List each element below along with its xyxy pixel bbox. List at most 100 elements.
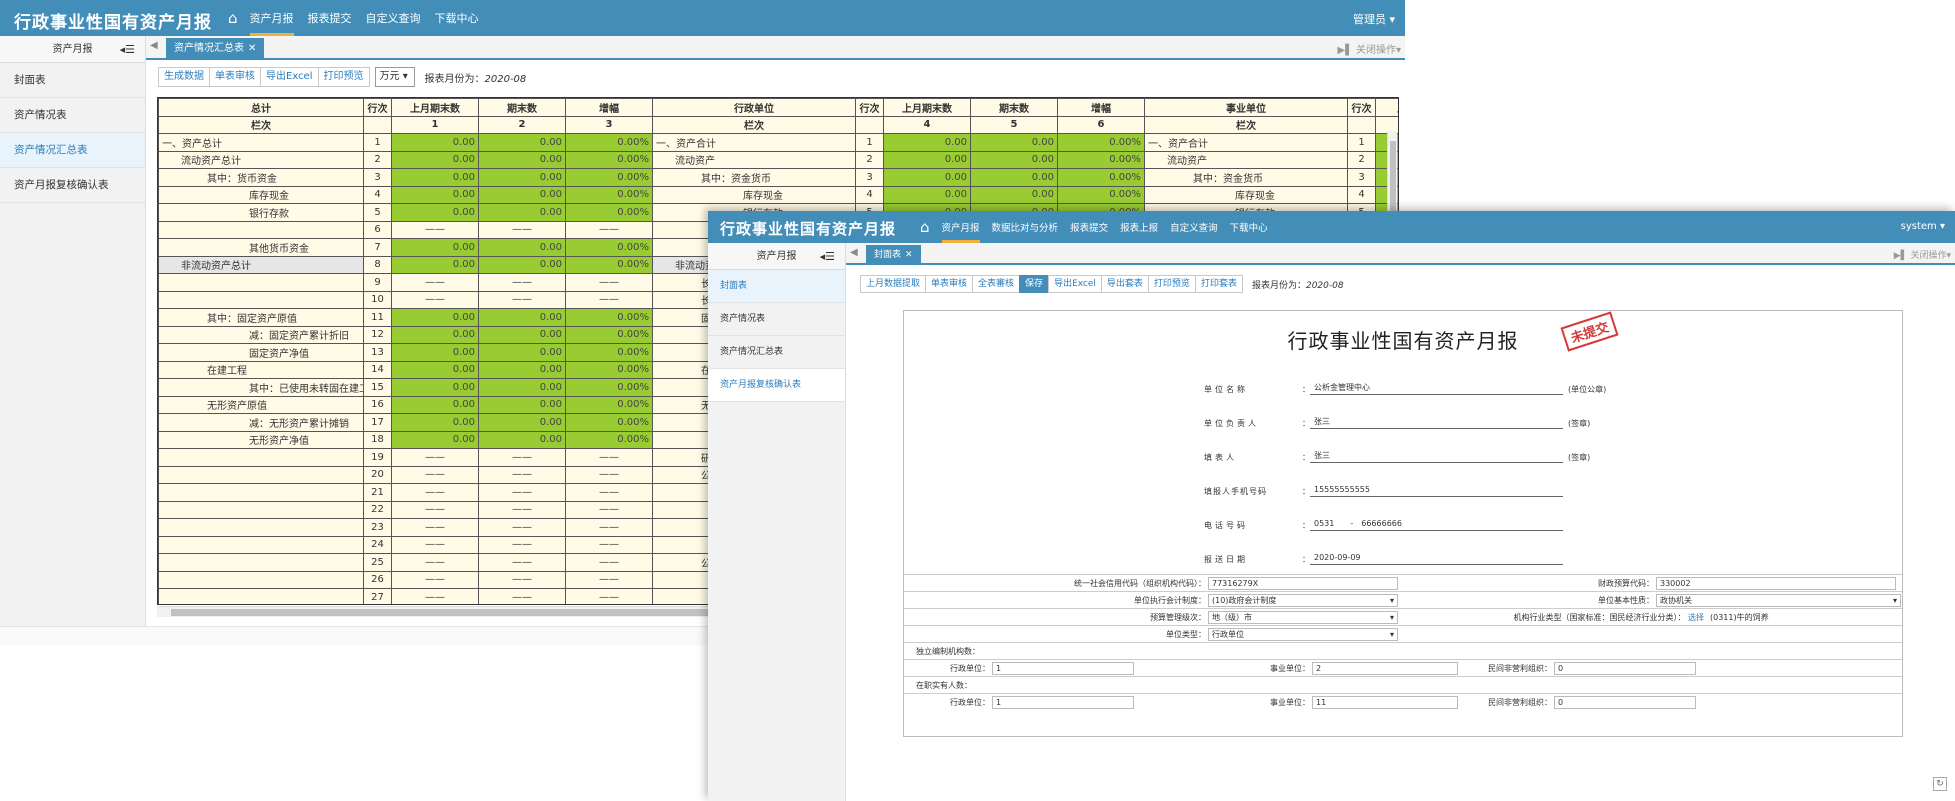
value-cell[interactable]: 0.00 [478,343,566,362]
value-cell[interactable]: 0.00 [391,255,479,274]
export-set-button[interactable]: 导出套表 [1100,275,1149,293]
value-cell[interactable]: 0.00 [391,430,479,449]
nav-asset-report[interactable]: 资产月报 [941,211,980,243]
value-cell[interactable]: 0.00 [391,308,479,327]
value-cell[interactable]: 0.00% [1057,185,1145,204]
value-cell[interactable]: 0.00 [391,325,479,344]
unit-name-input[interactable]: 公析金管理中心 [1310,381,1563,395]
value-cell[interactable]: 0.00% [565,395,653,414]
value-cell[interactable]: 0.00% [565,238,653,257]
value-cell[interactable]: 0.00 [883,168,971,187]
value-cell[interactable]: 0.00 [883,185,971,204]
value-cell[interactable]: 0.00% [1057,133,1145,152]
single-audit-button[interactable]: 单表审核 [925,275,974,293]
unit-nature-select[interactable]: 政协机关 ▾ [1656,594,1901,607]
budget-level-select[interactable]: 地（级）市 ▾ [1208,611,1398,624]
value-cell[interactable]: 0.00 [970,133,1058,152]
value-cell[interactable]: 0.00% [565,203,653,222]
single-audit-button[interactable]: 单表审核 [209,67,261,87]
close-icon[interactable]: ✕ [905,250,913,260]
close-ops-menu[interactable]: ▶▌ 关闭操作▾ [1337,41,1401,56]
tab-asset-summary[interactable]: 资产情况汇总表 ✕ [166,38,265,60]
sidebar-item-review-confirm[interactable]: 资产月报复核确认表 [708,369,845,402]
print-set-button[interactable]: 打印套表 [1194,275,1243,293]
indep-admin-input[interactable]: 1 [992,662,1134,675]
value-cell[interactable]: 0.00 [391,413,479,432]
collapse-menu-icon[interactable]: ◂☰ [820,243,835,270]
sidebar-item-cover[interactable]: 封面表 [0,63,145,98]
industry-select-link[interactable]: 选择 [1688,613,1704,622]
value-cell[interactable]: 0.00 [478,150,566,169]
phone-input[interactable]: 0531 - 66666666 [1310,517,1563,531]
value-cell[interactable]: 0.00% [565,430,653,449]
value-cell[interactable]: 0.00 [391,133,479,152]
value-cell[interactable]: 0.00 [478,185,566,204]
value-cell[interactable]: 0.00 [478,378,566,397]
value-cell[interactable]: 0.00% [565,133,653,152]
sidebar-item-asset-summary[interactable]: 资产情况汇总表 [708,336,845,369]
value-cell[interactable]: 0.00% [1057,150,1145,169]
unit-type-select[interactable]: 行政单位 ▾ [1208,628,1398,641]
value-cell[interactable]: 0.00 [391,395,479,414]
nav-custom-query[interactable]: 自定义查询 [1170,211,1218,243]
nav-download-center[interactable]: 下载中心 [1230,211,1268,243]
export-excel-button[interactable]: 导出Excel [260,67,319,87]
value-cell[interactable]: 0.00% [565,413,653,432]
home-icon[interactable]: ⌂ [920,218,930,236]
value-cell[interactable]: 0.00% [1057,168,1145,187]
full-audit-button[interactable]: 全表審核 [972,275,1021,293]
value-cell[interactable]: 0.00 [478,360,566,379]
budget-code-input[interactable]: 330002 [1656,577,1896,590]
value-cell[interactable]: 0.00 [391,168,479,187]
value-cell[interactable]: 0.00% [565,343,653,362]
staff-career-input[interactable]: 11 [1312,696,1458,709]
unit-head-input[interactable]: 张三 [1310,415,1563,429]
value-cell[interactable]: 0.00 [478,325,566,344]
value-cell[interactable]: 0.00% [565,168,653,187]
value-cell[interactable]: 0.00 [478,133,566,152]
export-excel-button[interactable]: 导出Excel [1048,275,1102,293]
value-cell[interactable]: 0.00 [391,343,479,362]
nav-asset-report[interactable]: 资产月报 [249,0,294,36]
value-cell[interactable]: 0.00 [883,133,971,152]
value-cell[interactable]: 0.00 [478,395,566,414]
staff-npo-input[interactable]: 0 [1554,696,1696,709]
nav-download-center[interactable]: 下载中心 [435,0,479,36]
save-button[interactable]: 保存 [1019,275,1050,293]
value-cell[interactable]: 0.00% [565,325,653,344]
value-cell[interactable]: 0.00 [391,185,479,204]
value-cell[interactable]: 0.00 [478,413,566,432]
nav-data-compare[interactable]: 数据比对与分析 [992,211,1059,243]
print-preview-button[interactable]: 打印预览 [317,67,370,87]
value-cell[interactable]: 0.00 [478,168,566,187]
user-menu[interactable]: 管理员 ▾ [1353,11,1395,27]
sidebar-item-asset-status[interactable]: 资产情况表 [0,98,145,133]
nav-custom-query[interactable]: 自定义查询 [366,0,421,36]
unit-select[interactable]: 万元 ▾ [374,67,415,87]
credit-code-input[interactable]: 77316279X [1208,577,1398,590]
tab-scroll-left-icon[interactable]: ◀ [150,40,158,51]
value-cell[interactable]: 0.00% [565,185,653,204]
indep-career-input[interactable]: 2 [1312,662,1458,675]
nav-report-submit[interactable]: 报表提交 [308,0,352,36]
value-cell[interactable]: 0.00 [478,255,566,274]
value-cell[interactable]: 0.00% [565,255,653,274]
tab-scroll-left-icon[interactable]: ◀ [850,247,858,258]
sidebar-item-asset-status[interactable]: 资产情况表 [708,303,845,336]
value-cell[interactable]: 0.00 [391,150,479,169]
value-cell[interactable]: 0.00 [970,185,1058,204]
value-cell[interactable]: 0.00 [391,238,479,257]
sidebar-item-review-confirm[interactable]: 资产月报复核确认表 [0,168,145,203]
staff-admin-input[interactable]: 1 [992,696,1134,709]
close-icon[interactable]: ✕ [248,43,256,54]
value-cell[interactable]: 0.00 [478,238,566,257]
filler-input[interactable]: 张三 [1310,449,1563,463]
mobile-input[interactable]: 15555555555 [1310,483,1563,497]
submit-date-input[interactable]: 2020-09-09 [1310,551,1563,565]
value-cell[interactable]: 0.00% [565,360,653,379]
value-cell[interactable]: 0.00% [565,378,653,397]
value-cell[interactable]: 0.00% [565,308,653,327]
value-cell[interactable]: 0.00 [391,360,479,379]
value-cell[interactable]: 0.00 [883,150,971,169]
collapse-menu-icon[interactable]: ◂☰ [120,36,135,63]
